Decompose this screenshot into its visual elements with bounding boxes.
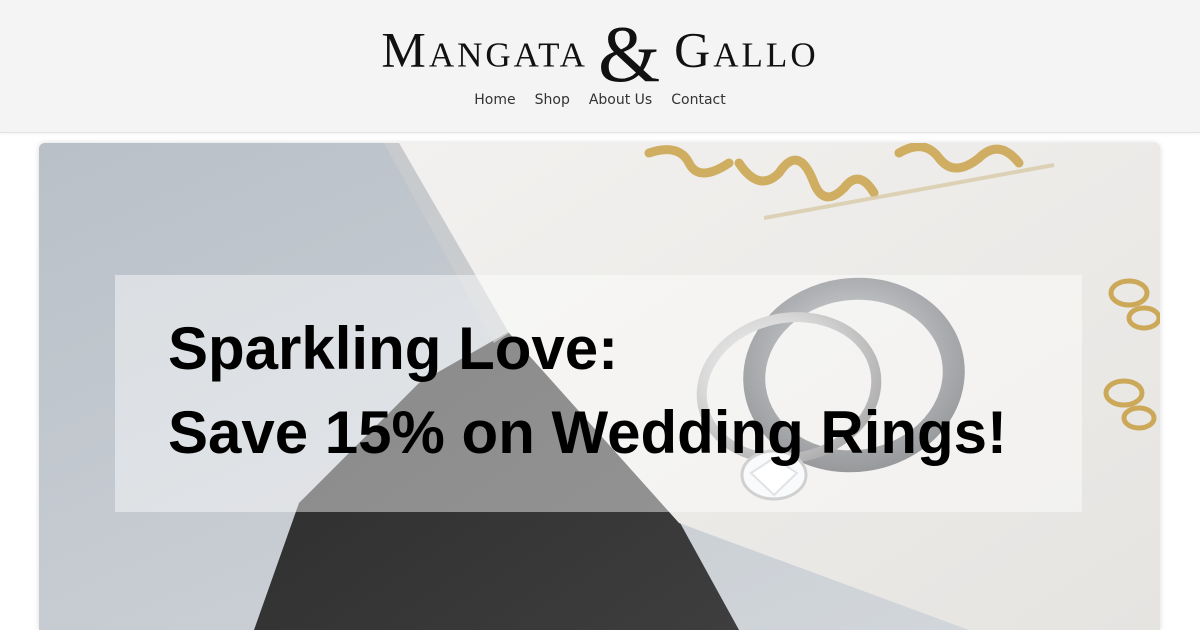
- site-header: Mangata & Gallo Home Shop About Us Contact: [0, 0, 1200, 133]
- nav-item-about-us[interactable]: About Us: [589, 92, 652, 108]
- promo-overlay: Sparkling Love: Save 15% on Wedding Ring…: [115, 275, 1082, 512]
- brand-logo[interactable]: Mangata & Gallo: [0, 4, 1200, 99]
- promo-headline-line-1: Sparkling Love:: [168, 315, 619, 382]
- brand-name-left: Mangata: [381, 21, 588, 78]
- nav-item-shop[interactable]: Shop: [535, 92, 570, 108]
- promo-headline: Sparkling Love: Save 15% on Wedding Ring…: [168, 307, 1007, 475]
- brand-ampersand: &: [597, 11, 661, 99]
- nav-item-contact[interactable]: Contact: [671, 92, 725, 108]
- main-nav: Home Shop About Us Contact: [0, 92, 1200, 108]
- promo-headline-line-2: Save 15% on Wedding Rings!: [168, 399, 1008, 466]
- nav-item-home[interactable]: Home: [474, 92, 515, 108]
- brand-name-right: Gallo: [674, 21, 819, 78]
- hero-banner[interactable]: Sparkling Love: Save 15% on Wedding Ring…: [39, 143, 1160, 630]
